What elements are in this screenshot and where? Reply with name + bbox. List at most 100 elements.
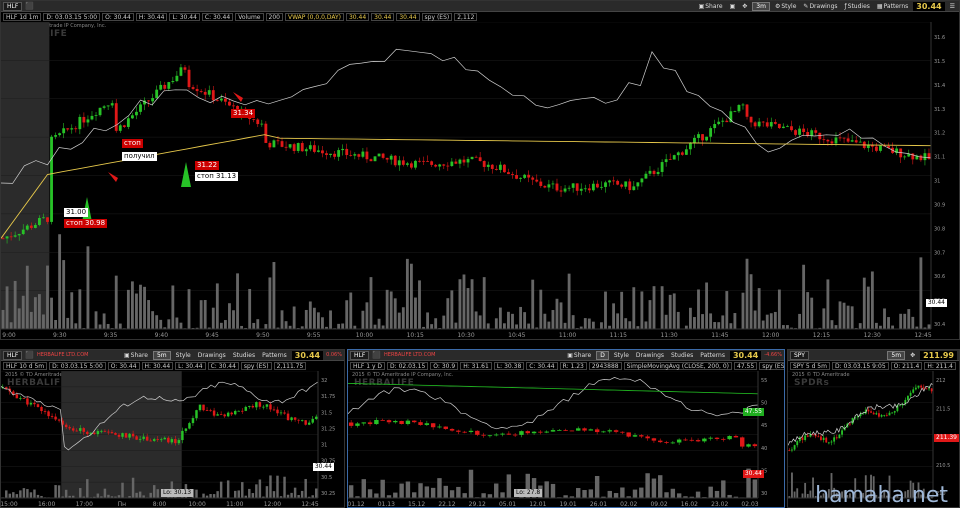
candle-body xyxy=(211,90,215,101)
crosshair-button[interactable]: ✥ xyxy=(740,2,749,11)
candle-body xyxy=(434,164,438,167)
volume-bar xyxy=(399,483,404,498)
candle-body xyxy=(66,128,70,130)
drawings-button[interactable]: Drawings xyxy=(196,351,228,360)
candle-body xyxy=(68,427,71,429)
timeframe-button[interactable]: 5m xyxy=(887,350,906,360)
share-button[interactable]: ▣ Share xyxy=(697,2,725,11)
panel-header: HLF ⬛ HERBALIFE LTD.COM ▣ Share D Style D… xyxy=(348,350,784,361)
volume-bar xyxy=(523,312,527,329)
candle-body xyxy=(341,148,345,151)
symbol-field[interactable]: HLF xyxy=(350,350,370,360)
volume-bar xyxy=(139,284,142,329)
candle-body xyxy=(138,438,142,440)
candle-body xyxy=(25,225,29,230)
candle-body xyxy=(121,433,124,437)
info-field: 2,111.75 xyxy=(273,362,307,370)
crosshair-button[interactable]: ✥ xyxy=(908,351,917,360)
symbol-field[interactable]: HLF xyxy=(3,1,23,11)
timeframe-button[interactable]: D xyxy=(596,350,609,360)
main-chart-panel[interactable]: HLF ⬛ ▣ Share ▣ ✥ 3m ⚙ Style ✎ Drawings ƒ St… xyxy=(0,0,960,340)
candle-body xyxy=(825,437,828,443)
candle-body xyxy=(135,436,138,440)
volume-bar xyxy=(539,289,543,329)
share-button[interactable]: ▣ Share xyxy=(565,351,593,360)
daily-1y-panel[interactable]: HLF ⬛ HERBALIFE LTD.COM ▣ Share D Style D… xyxy=(347,349,785,508)
candle-body xyxy=(329,153,332,155)
candle-body xyxy=(74,128,78,130)
y-axis-label: 30.9 xyxy=(934,202,945,208)
volume-bar xyxy=(713,322,717,329)
candle-body xyxy=(26,398,29,405)
main-price-chart[interactable]: 31.6 31.5 31.4 31.3 31.2 31.1 31 30.9 30.8 30.7 30… xyxy=(1,22,959,339)
symbol-field[interactable]: SPY xyxy=(790,350,809,360)
timeframe-button[interactable]: 3m xyxy=(752,1,770,11)
settings-icon[interactable]: ☰ xyxy=(948,2,957,11)
candle-body xyxy=(644,173,648,179)
share-button[interactable]: ▣ Share xyxy=(122,351,150,360)
candle-body xyxy=(791,449,793,451)
candle-body xyxy=(191,87,195,89)
studies-label: Studies xyxy=(671,351,694,359)
daily-chart[interactable]: 55504540353001.12 01.13 15.12 22.12 29.12 05.… xyxy=(348,371,784,508)
logo-text: HERBALIFE LTD.COM xyxy=(37,352,89,358)
candle-body xyxy=(872,412,875,415)
x-axis-label: 10:00 xyxy=(188,501,205,508)
linking-icon[interactable]: ⬛ xyxy=(25,2,34,10)
logo-text: HERBALIFE LTD.COM xyxy=(384,352,436,358)
long-entry-arrow xyxy=(181,162,191,187)
volume-bar xyxy=(708,486,713,498)
volume-bar xyxy=(381,325,385,329)
volume-bar xyxy=(175,317,179,329)
style-button[interactable]: Style xyxy=(174,351,193,360)
style-button[interactable]: Style xyxy=(612,351,631,360)
candle-body xyxy=(124,433,128,438)
patterns-button[interactable]: Patterns xyxy=(698,351,727,360)
candle-body xyxy=(260,123,264,125)
patterns-button[interactable]: Patterns xyxy=(260,351,289,360)
candle-body xyxy=(880,415,883,417)
candle-body xyxy=(393,420,398,423)
linking-icon[interactable]: ⬛ xyxy=(25,351,34,359)
patterns-button[interactable]: ▦ Patterns xyxy=(875,2,910,11)
drawings-button[interactable]: Drawings xyxy=(634,351,666,360)
volume-bar xyxy=(251,493,255,498)
info-field: L: 30.44 xyxy=(169,13,200,21)
info-field: spy (ES) xyxy=(240,362,272,370)
drawings-button[interactable]: ✎ Drawings xyxy=(801,2,839,11)
volume-bar xyxy=(709,313,713,329)
style-icon: ⚙ xyxy=(774,2,781,10)
candle-body xyxy=(652,170,656,175)
candle-body xyxy=(583,188,587,190)
change-percent: 0.06% xyxy=(326,352,342,358)
candle-body xyxy=(424,423,430,425)
volume-bar xyxy=(443,485,448,498)
volume-bar xyxy=(506,474,512,498)
site-watermark: hamaha.net xyxy=(815,483,948,508)
symbol-field[interactable]: HLF xyxy=(3,350,23,360)
style-button[interactable]: ⚙ Style xyxy=(773,2,798,11)
zoom-button[interactable]: ▣ xyxy=(728,2,738,11)
studies-button[interactable]: ƒ Studies xyxy=(843,2,872,11)
info-field: VWAP (0,0,0,DAY) xyxy=(284,13,344,21)
volume-bar xyxy=(838,301,842,329)
x-axis-label: 19.01 xyxy=(560,501,577,508)
intraday-chart[interactable]: 3231.7531.531.253130.7530.530.2515:00 16:… xyxy=(1,371,344,508)
volume-bar xyxy=(300,490,304,498)
studies-button[interactable]: Studies xyxy=(231,351,257,360)
volume-bar xyxy=(607,490,612,498)
annotation-entry-1: 31.00 xyxy=(64,208,89,217)
timeframe-button[interactable]: 5m xyxy=(152,350,171,360)
volume-bar xyxy=(563,322,567,329)
candle-body xyxy=(841,430,843,435)
intraday-10d-panel[interactable]: HLF ⬛ HERBALIFE LTD.COM ▣ Share 5m Style … xyxy=(0,349,345,508)
info-field: R: 1.23 xyxy=(559,362,587,370)
volume-bar xyxy=(284,321,288,329)
studies-button[interactable]: Studies xyxy=(669,351,695,360)
style-label: Style xyxy=(175,351,191,359)
candle-body xyxy=(181,430,184,441)
volume-bar xyxy=(412,492,417,498)
candle-body xyxy=(893,411,896,413)
linking-icon[interactable]: ⬛ xyxy=(372,351,381,359)
last-price: 30.44 xyxy=(291,350,324,360)
